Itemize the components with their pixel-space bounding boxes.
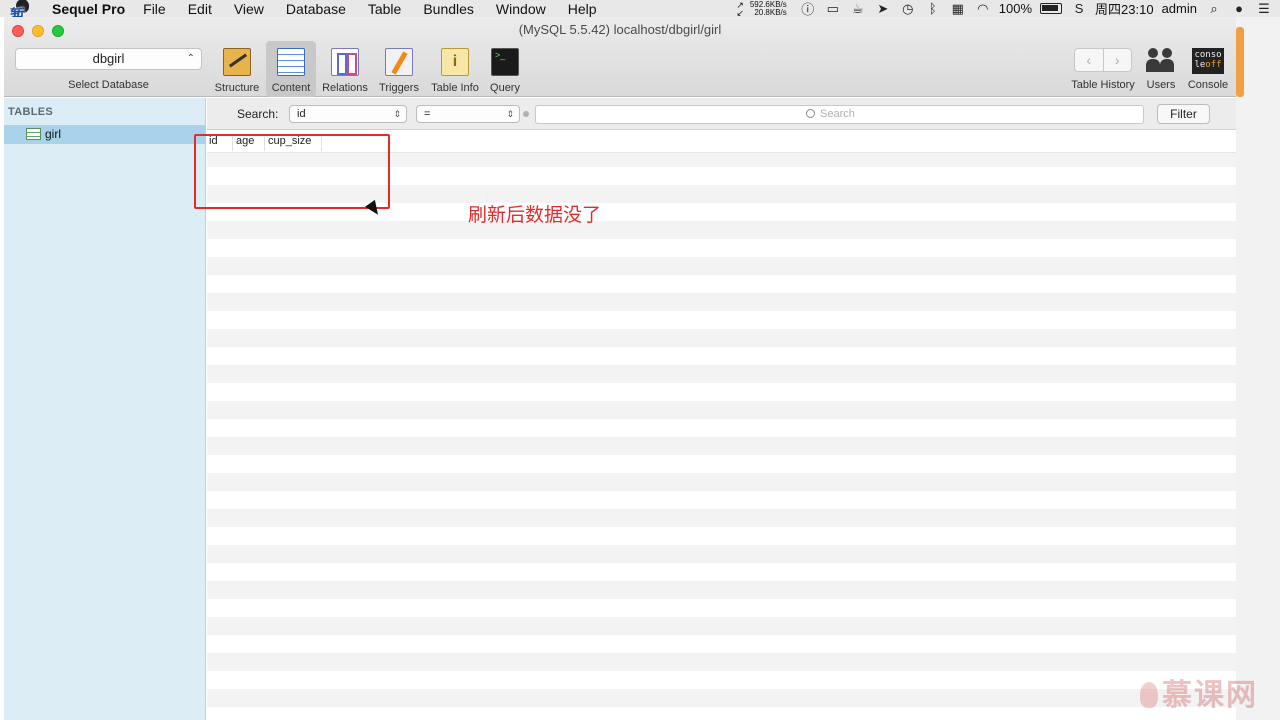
table-name: girl [45, 127, 62, 141]
back-arrow-icon[interactable]: ‹ [1075, 49, 1104, 71]
window-title: (MySQL 5.5.42) localhost/dbgirl/girl [518, 22, 722, 37]
content-grid[interactable]: id age cup_size [207, 131, 1236, 720]
console-icon-le: le [1194, 60, 1206, 70]
sidebar-item-girl[interactable]: girl [4, 125, 205, 144]
highlight-box [194, 134, 390, 209]
table-history-label: Table History [1071, 79, 1135, 91]
battery-percent: 100% [998, 1, 1033, 16]
relations-icon [331, 48, 359, 76]
forward-arrow-icon[interactable]: › [1104, 49, 1132, 71]
clock[interactable]: 周四23:10 [1095, 0, 1154, 18]
menu-window[interactable]: Window [496, 1, 546, 17]
terminal-icon: >_ [491, 48, 519, 76]
apple-menu[interactable]: 暂停 [0, 0, 36, 45]
time-machine-icon[interactable]: ◷ [899, 1, 917, 16]
watermark-text: 慕课网 [1162, 678, 1258, 713]
table-history-nav: ‹ › [1074, 48, 1132, 72]
user-name[interactable]: admin [1162, 1, 1197, 16]
sequel-pro-window: (MySQL 5.5.42) localhost/dbgirl/girl dbg… [4, 17, 1236, 720]
filter-dot [523, 111, 529, 117]
keyboard-icon[interactable]: ▦ [949, 1, 967, 16]
chevron-updown-icon: ⌃ [186, 53, 195, 64]
input-method-icon[interactable]: S [1070, 1, 1088, 16]
search-label: Search: [237, 107, 279, 121]
database-select-value: dbgirl [92, 51, 125, 66]
desktop-edge [1236, 17, 1280, 720]
table-info-tool[interactable]: i Table Info [428, 45, 482, 95]
menu-bar: 暂停 Sequel Pro File Edit View Database Ta… [0, 0, 1280, 45]
operator-select[interactable]: = ⇕ [416, 105, 520, 123]
search-placeholder: Search [820, 108, 855, 120]
relations-tool[interactable]: Relations [319, 45, 371, 95]
app-menu[interactable]: Sequel Pro [52, 1, 125, 17]
menu-edit[interactable]: Edit [188, 1, 212, 17]
search-icon [806, 109, 815, 118]
structure-label: Structure [214, 82, 260, 94]
network-monitor[interactable]: ↗ ↙ 592.6KB/s 20.8KB/s [736, 0, 787, 18]
operator-value: = [424, 108, 431, 120]
content-tool[interactable]: Content [266, 41, 316, 97]
chevron-updown-icon: ⇕ [506, 109, 514, 119]
tables-sidebar: TABLES girl [4, 98, 206, 720]
triggers-label: Triggers [379, 82, 419, 94]
menu-table[interactable]: Table [368, 1, 401, 17]
menu-view[interactable]: View [234, 1, 264, 17]
chevron-updown-icon: ⇕ [393, 109, 401, 119]
console-icon[interactable]: conso leoff [1192, 48, 1224, 74]
battery-icon[interactable] [1040, 3, 1063, 14]
tables-header: TABLES [8, 106, 53, 118]
menu-help[interactable]: Help [568, 1, 597, 17]
console-label: Console [1187, 79, 1229, 91]
search-field-select[interactable]: id ⇕ [289, 105, 407, 123]
triggers-icon [385, 48, 413, 76]
spotlight-icon[interactable]: ⌕ [1205, 1, 1223, 16]
bluetooth-icon[interactable]: ᛒ [924, 1, 942, 16]
flame-logo-icon [1140, 682, 1158, 708]
status-area: ↗ ↙ 592.6KB/s 20.8KB/s ⓘ ▭ ☕ ➤ ◷ ᛒ ▦ ◠ 10… [736, 0, 1280, 17]
search-input[interactable]: Search [535, 105, 1144, 124]
desktop-item [1236, 27, 1244, 97]
database-select[interactable]: dbgirl ⌃ [15, 48, 202, 70]
relations-label: Relations [322, 82, 368, 94]
search-field-value: id [297, 108, 306, 120]
console-icon-off: off [1205, 60, 1222, 70]
net-down-rate: 20.8KB/s [754, 7, 787, 17]
structure-icon [223, 48, 251, 76]
toolbar: (MySQL 5.5.42) localhost/dbgirl/girl dbg… [4, 17, 1236, 97]
siri-icon[interactable]: ● [1230, 1, 1248, 16]
network-arrows-icon: ↗ ↙ [736, 0, 744, 18]
filter-button[interactable]: Filter [1157, 104, 1210, 124]
coffee-icon[interactable]: ☕ [849, 1, 867, 16]
content-label: Content [271, 82, 311, 94]
structure-tool[interactable]: Structure [210, 45, 264, 95]
database-caption: Select Database [68, 79, 149, 91]
query-label: Query [490, 82, 520, 94]
query-tool[interactable]: >_ Query [486, 45, 524, 95]
users-label: Users [1146, 79, 1176, 91]
menu-file[interactable]: File [143, 1, 166, 17]
filter-bar: Search: id ⇕ = ⇕ Search Filter [207, 98, 1236, 130]
triggers-tool[interactable]: Triggers [374, 45, 424, 95]
console-icon-top: conso [1194, 50, 1222, 60]
table-info-label: Table Info [431, 82, 479, 94]
info-icon[interactable]: ⓘ [799, 2, 817, 17]
menu-database[interactable]: Database [286, 1, 346, 17]
users-icon[interactable] [1145, 45, 1177, 73]
send-icon[interactable]: ➤ [874, 1, 892, 16]
notification-center-icon[interactable]: ☰ [1255, 1, 1273, 16]
table-icon [26, 128, 41, 140]
airplay-icon[interactable]: ▭ [824, 1, 842, 16]
content-icon [277, 48, 305, 76]
annotation-text: 刷新后数据没了 [468, 204, 602, 226]
wifi-icon[interactable]: ◠ [974, 1, 992, 16]
menu-bundles[interactable]: Bundles [423, 1, 474, 17]
table-info-icon: i [441, 48, 469, 76]
watermark: 慕课网 [1140, 670, 1258, 714]
